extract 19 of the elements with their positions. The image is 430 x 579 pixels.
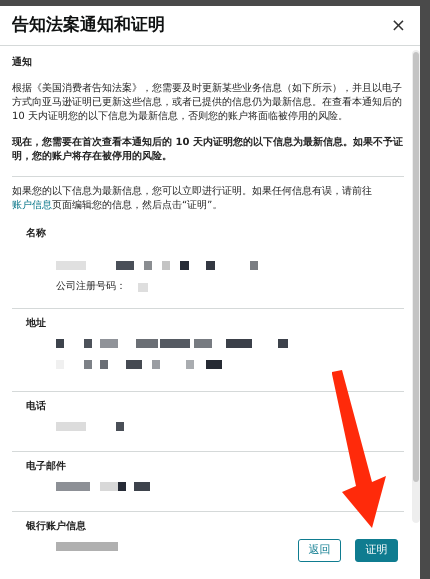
section-label: 电子邮件 — [26, 460, 67, 474]
instruction-text: 如果您的以下信息为最新信息，您可以立即进行证明。如果任何信息有误，请前往 账户信息页面编辑您的信息，然后点击“证明”。 — [12, 185, 373, 213]
pixelated-text — [138, 282, 148, 292]
dialog-title: 告知法案通知和证明 — [12, 14, 165, 37]
notice-paragraph: 根据《美国消费者告知法案》，您需要及时更新某些业务信息（如下所示），并且以电子方式向亚马逊证明已更新这些信息，或者已提供的信息仍为最新信息。在查看本通知后的 10 天内证明您的以下信息为最新信息，否则您的账户将面临被停用的风险。 — [12, 82, 403, 124]
back-button[interactable]: 返回 — [298, 538, 341, 562]
field-label: 公司注册号码： — [56, 280, 126, 294]
section-label: 电话 — [26, 400, 47, 414]
pixelated-text — [56, 422, 124, 431]
notice-paragraph: 现在，您需要在首次查看本通知后的 10 天内证明您的以下信息为最新信息。如果不予证明，您的账户将存在被停用的风险。 — [12, 136, 404, 164]
notice-heading: 通知 — [12, 56, 33, 70]
scrollbar[interactable] — [412, 50, 420, 523]
account-info-link[interactable]: 账户信息 — [12, 200, 52, 211]
section-label: 名称 — [26, 227, 47, 241]
close-button[interactable]: × — [390, 16, 406, 34]
pixelated-text — [56, 542, 118, 551]
certify-button[interactable]: 证明 — [355, 538, 398, 562]
section-label: 地址 — [26, 317, 47, 331]
section-label: 银行账户信息 — [26, 520, 87, 534]
